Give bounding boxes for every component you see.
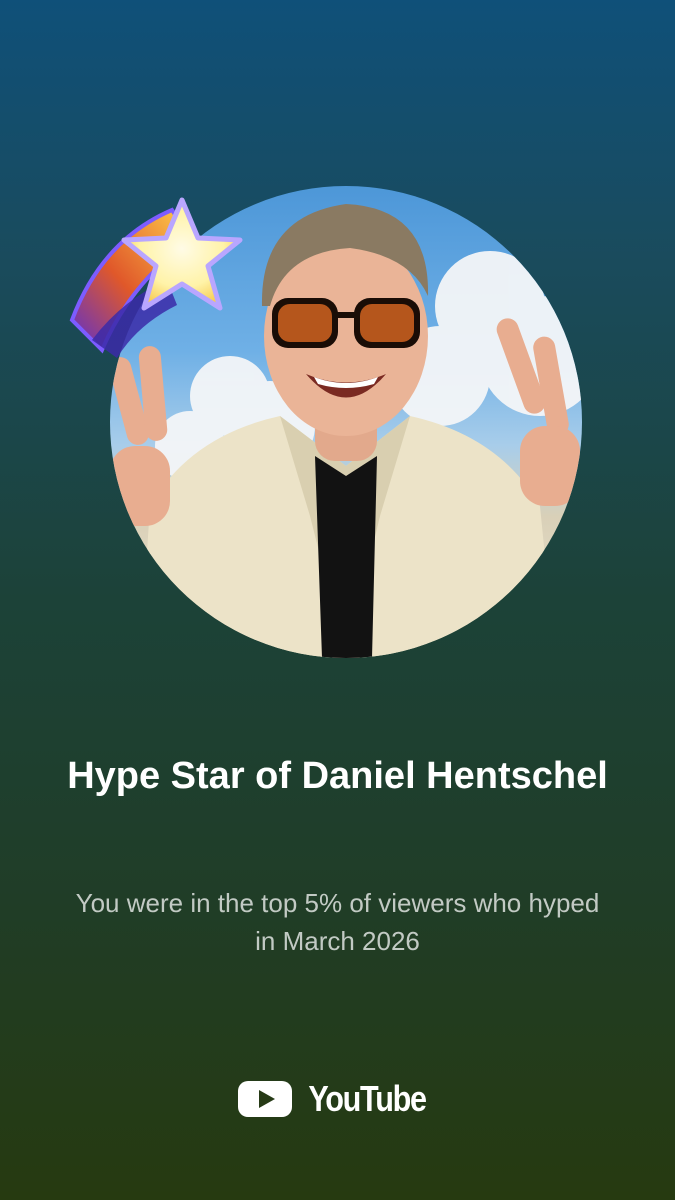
youtube-wordmark: YouTube <box>308 1078 428 1119</box>
youtube-logo: YouTube <box>0 1078 675 1120</box>
hype-star-title: Hype Star of Daniel Hentschel <box>67 755 608 797</box>
shooting-star-icon <box>69 197 243 358</box>
hype-star-subtitle: You were in the top 5% of viewers who hy… <box>75 888 600 956</box>
youtube-play-icon <box>238 1081 293 1117</box>
